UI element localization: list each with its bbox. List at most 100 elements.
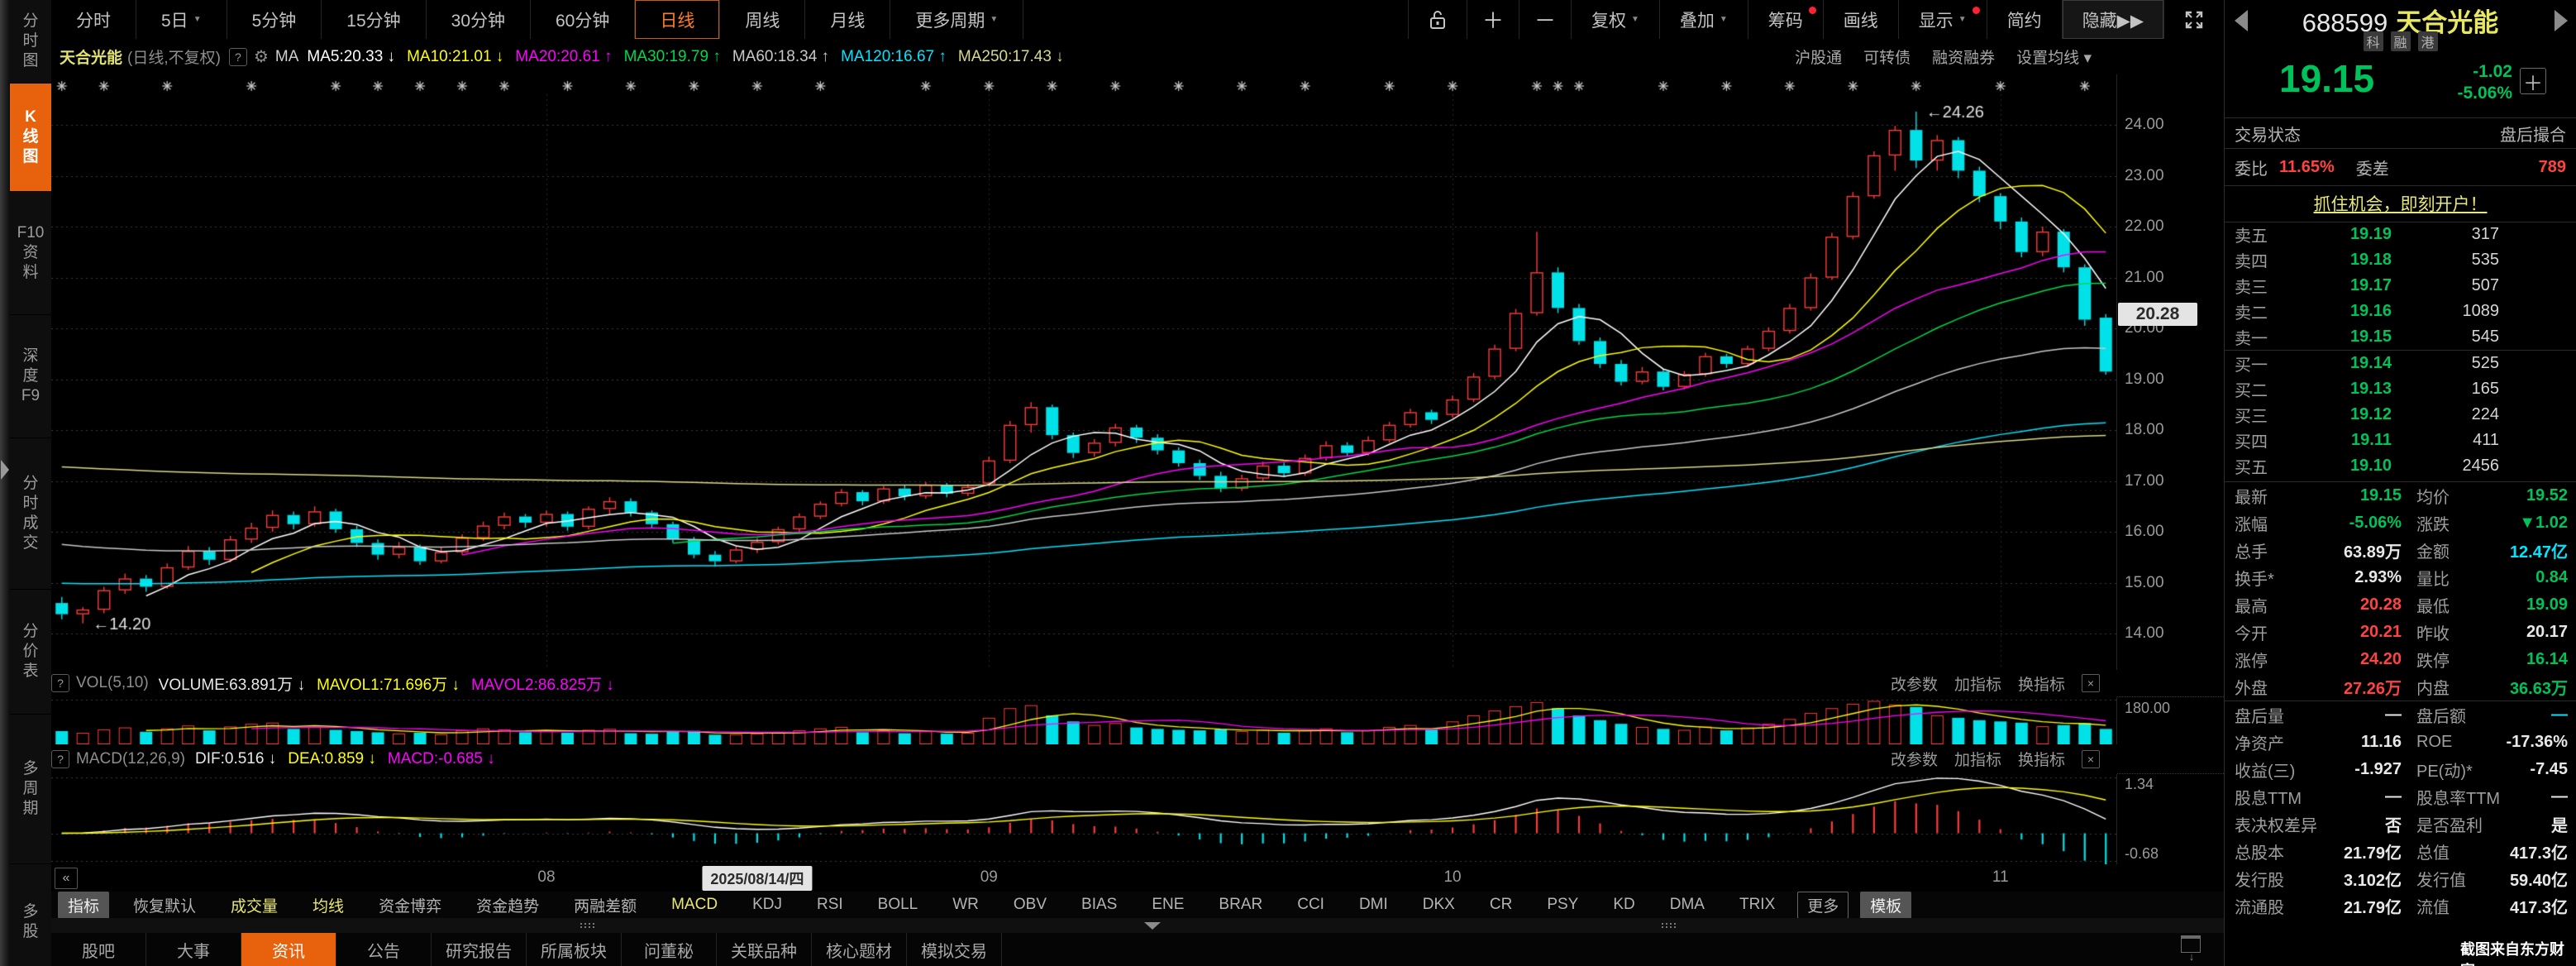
vol-control-换指标[interactable]: 换指标 xyxy=(2018,672,2065,695)
chart-main-area: 分时5日▼5分钟15分钟30分钟60分钟日线周线月线更多周期▼ ＋－复权▼叠加▼… xyxy=(51,0,2225,966)
macd-close-icon[interactable]: × xyxy=(2082,750,2100,768)
link-沪股通[interactable]: 沪股通 xyxy=(1795,45,1842,68)
indicator-tab-OBV[interactable]: OBV xyxy=(996,896,1064,914)
next-stock-icon[interactable] xyxy=(2555,10,2568,31)
link-可转债[interactable]: 可转债 xyxy=(1863,45,1911,68)
tool-复权-button[interactable]: 复权▼ xyxy=(1571,0,1659,39)
sidebar-item-分时成交[interactable]: 分时成交 xyxy=(10,438,51,590)
tool-画线-button[interactable]: 画线 xyxy=(1823,0,1898,39)
news-tab-模拟交易[interactable]: 模拟交易 xyxy=(907,933,1002,966)
news-tab-大事[interactable]: 大事 xyxy=(146,933,241,966)
period-tab-分时[interactable]: 分时 xyxy=(51,0,136,39)
indicator-tab-CCI[interactable]: CCI xyxy=(1280,896,1342,914)
drag-handle-icon[interactable] xyxy=(1662,923,1663,925)
news-tab-公告[interactable]: 公告 xyxy=(336,933,432,966)
news-tab-问董秘[interactable]: 问董秘 xyxy=(622,933,717,966)
scroll-back-button[interactable]: « xyxy=(55,868,78,889)
tool-隐藏-button[interactable]: 隐藏▶▶ xyxy=(2062,0,2163,39)
indicator-tab-RSI[interactable]: RSI xyxy=(799,896,861,914)
expand-arrow-icon[interactable] xyxy=(1,460,9,480)
indicator-tab-资金博弈[interactable]: 资金博弈 xyxy=(361,894,459,916)
indicator-tab-DMI[interactable]: DMI xyxy=(1342,896,1405,914)
collapse-panel-icon[interactable] xyxy=(1144,922,1161,930)
lock-icon[interactable] xyxy=(1408,0,1467,39)
indicator-tab-MACD[interactable]: MACD xyxy=(654,896,735,914)
sidebar-item-多周期[interactable]: 多周期 xyxy=(10,715,51,864)
sidebar-item-F10资料[interactable]: F10资料 xyxy=(10,192,51,315)
sidebar-item-多股[interactable]: 多股 xyxy=(10,864,51,966)
news-tab-研究报告[interactable]: 研究报告 xyxy=(432,933,527,966)
news-tab-所属板块[interactable]: 所属板块 xyxy=(527,933,622,966)
link-设置均线[interactable]: 设置均线 ▾ xyxy=(2016,45,2092,68)
help-icon[interactable]: ? xyxy=(51,674,69,692)
help-icon[interactable]: ? xyxy=(51,750,69,768)
drag-handle-icon[interactable] xyxy=(580,923,582,925)
gear-icon[interactable]: ⚙ xyxy=(254,46,269,67)
indicator-tab-恢复默认[interactable]: 恢复默认 xyxy=(116,894,213,916)
indicator-tab-成交量[interactable]: 成交量 xyxy=(213,894,295,916)
sidebar-item-分时图[interactable]: 分时图 xyxy=(10,0,51,84)
indicator-tab-更多[interactable]: 更多 xyxy=(1797,892,1849,919)
popout-panel-icon[interactable]: ↓ xyxy=(2181,935,2202,960)
indicator-tab-CR[interactable]: CR xyxy=(1472,896,1529,914)
indicator-tab-KD[interactable]: KD xyxy=(1596,896,1652,914)
left-collapse-strip[interactable] xyxy=(0,0,10,966)
news-tab-资讯[interactable]: 资讯 xyxy=(241,933,336,966)
indicator-tab-TRIX[interactable]: TRIX xyxy=(1722,896,1792,914)
indicator-tab-资金趋势[interactable]: 资金趋势 xyxy=(459,894,556,916)
indicator-tab-模板[interactable]: 模板 xyxy=(1860,892,1911,919)
volume-chart-canvas[interactable] xyxy=(51,696,2116,744)
volume-axis-label: 180.00 xyxy=(2125,700,2170,717)
add-to-watchlist-button[interactable]: ＋ xyxy=(2520,68,2546,94)
vol-close-icon[interactable]: × xyxy=(2082,674,2100,692)
period-tab-5分钟[interactable]: 5分钟 xyxy=(227,0,322,39)
period-tab-15分钟[interactable]: 15分钟 xyxy=(322,0,426,39)
indicator-tab-WR[interactable]: WR xyxy=(935,896,996,914)
sidebar-item-分价表[interactable]: 分价表 xyxy=(10,590,51,715)
tool-叠加-button[interactable]: 叠加▼ xyxy=(1659,0,1748,39)
macd-control-换指标[interactable]: 换指标 xyxy=(2018,748,2065,770)
tool-显示-button[interactable]: 显示▼ xyxy=(1898,0,1987,39)
help-icon[interactable]: ? xyxy=(229,48,247,66)
period-tab-5日[interactable]: 5日▼ xyxy=(136,0,227,39)
zoom-in-button[interactable]: ＋ xyxy=(1467,0,1519,39)
indicator-tab-BRAR[interactable]: BRAR xyxy=(1201,896,1280,914)
indicator-tab-ENE[interactable]: ENE xyxy=(1134,896,1201,914)
ma-row-links: 沪股通可转债融资融券设置均线 ▾ xyxy=(1795,45,2092,68)
indicator-tab-均线[interactable]: 均线 xyxy=(295,894,361,916)
indicator-tab-BIAS[interactable]: BIAS xyxy=(1064,896,1134,914)
period-tab-更多周期[interactable]: 更多周期▼ xyxy=(890,0,1023,39)
tool-筹码-button[interactable]: 筹码 xyxy=(1748,0,1823,39)
fullscreen-icon[interactable] xyxy=(2163,0,2224,39)
news-tab-核心题材[interactable]: 核心题材 xyxy=(812,933,907,966)
zoom-out-button[interactable]: － xyxy=(1519,0,1571,39)
macd-control-改参数[interactable]: 改参数 xyxy=(1891,748,1938,770)
period-tab-月线[interactable]: 月线 xyxy=(805,0,890,39)
indicator-tab-KDJ[interactable]: KDJ xyxy=(735,896,799,914)
indicator-tab-BOLL[interactable]: BOLL xyxy=(861,896,936,914)
vol-control-加指标[interactable]: 加指标 xyxy=(1954,672,2001,695)
period-tab-60分钟[interactable]: 60分钟 xyxy=(531,0,635,39)
tool-简约-button[interactable]: 简约 xyxy=(1987,0,2062,39)
link-融资融券[interactable]: 融资融券 xyxy=(1932,45,1995,68)
order-row-买三: 买三19.12224 xyxy=(2225,402,2576,428)
period-tab-日线[interactable]: 日线 xyxy=(635,0,720,39)
macd-control-加指标[interactable]: 加指标 xyxy=(1954,748,2001,770)
period-tab-30分钟[interactable]: 30分钟 xyxy=(427,0,531,39)
indicator-tab-DMA[interactable]: DMA xyxy=(1653,896,1722,914)
indicator-tab-指标[interactable]: 指标 xyxy=(58,892,109,919)
panel-divider[interactable] xyxy=(51,918,2224,934)
open-account-link[interactable]: 抓住机会，即刻开户！ xyxy=(2314,191,2488,216)
macd-chart-canvas[interactable] xyxy=(51,773,2116,864)
date-tick-label: 10 xyxy=(1443,868,1461,887)
vol-control-改参数[interactable]: 改参数 xyxy=(1891,672,1938,695)
indicator-tab-两融差额[interactable]: 两融差额 xyxy=(556,894,654,916)
news-tab-关联品种[interactable]: 关联品种 xyxy=(717,933,812,966)
sidebar-item-深度F9[interactable]: 深度F9 xyxy=(10,315,51,438)
news-tab-股吧[interactable]: 股吧 xyxy=(51,933,146,966)
indicator-tab-PSY[interactable]: PSY xyxy=(1529,896,1596,914)
candlestick-chart-canvas[interactable] xyxy=(51,74,2116,670)
sidebar-item-K线图[interactable]: K线图 xyxy=(10,84,51,192)
indicator-tab-DKX[interactable]: DKX xyxy=(1405,896,1472,914)
period-tab-周线[interactable]: 周线 xyxy=(720,0,805,39)
